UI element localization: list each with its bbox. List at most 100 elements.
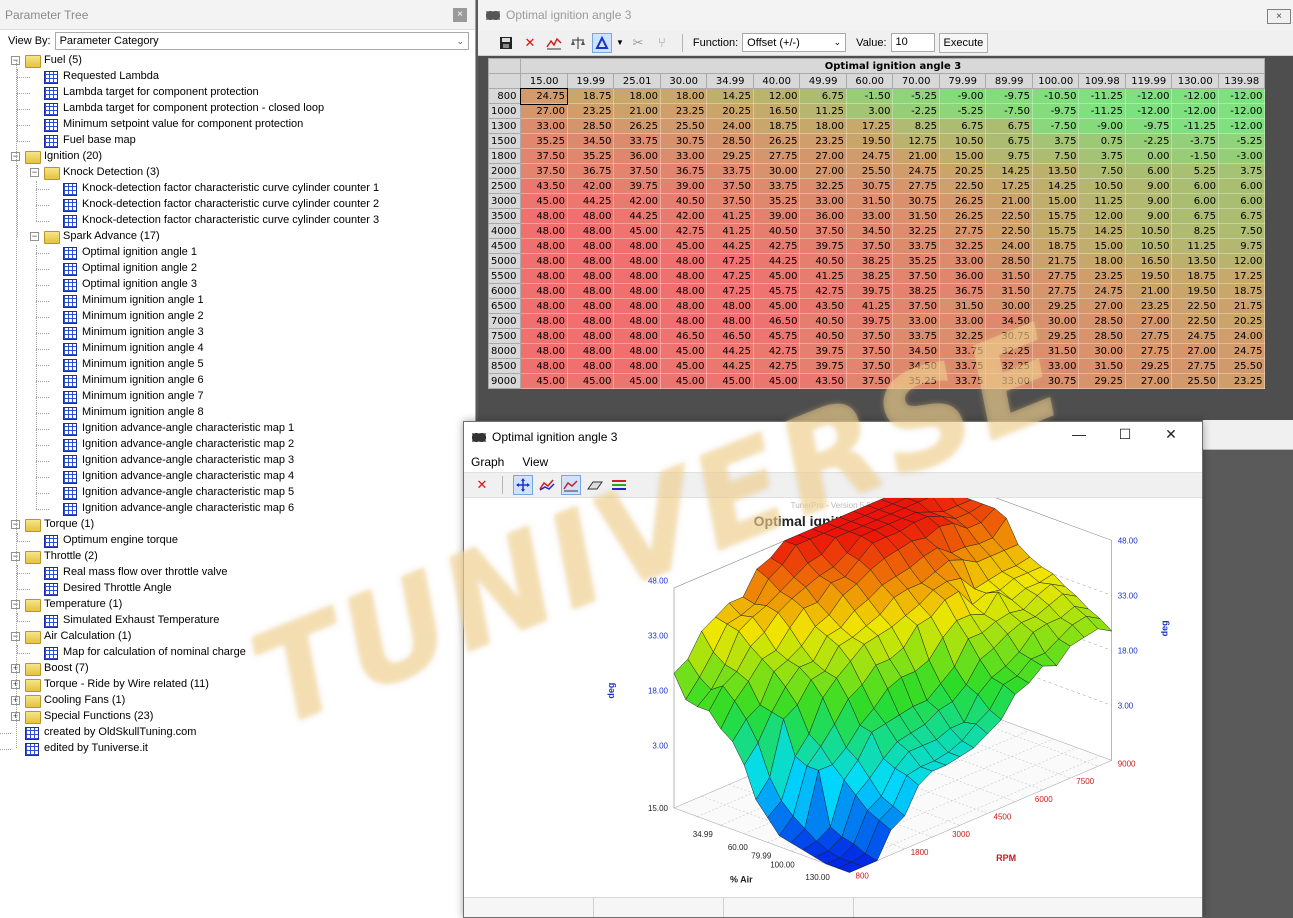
table-cell[interactable]: 8.25 <box>1171 223 1219 239</box>
table-cell[interactable]: 26.25 <box>938 208 987 224</box>
table-cell[interactable]: 48.00 <box>613 328 661 344</box>
table-cell[interactable]: 39.00 <box>752 208 801 224</box>
table-cell[interactable]: 7.50 <box>1217 223 1266 239</box>
table-cell[interactable]: -10.50 <box>1031 88 1080 104</box>
table-cell[interactable]: 44.25 <box>706 343 754 359</box>
maximize-icon[interactable]: ☐ <box>1102 426 1148 443</box>
table-cell[interactable]: 39.75 <box>845 283 894 299</box>
table-cell[interactable]: -5.25 <box>938 103 987 119</box>
table-cell[interactable]: -12.00 <box>1171 103 1219 119</box>
table-cell[interactable]: 36.75 <box>566 163 615 179</box>
table-cell[interactable]: 30.75 <box>892 193 940 209</box>
table-cell[interactable]: 22.50 <box>938 178 987 194</box>
tree-item[interactable]: Ignition advance-angle characteristic ma… <box>0 437 475 453</box>
table-cell[interactable]: 7.50 <box>1078 163 1126 179</box>
table-cell[interactable]: 9.75 <box>985 148 1033 164</box>
table-cell[interactable]: 15.00 <box>938 148 987 164</box>
tree-item[interactable]: Minimum ignition angle 1 <box>0 293 475 309</box>
tree-item[interactable]: Minimum ignition angle 8 <box>0 405 475 421</box>
table-cell[interactable]: 6.75 <box>799 88 847 104</box>
function-select[interactable]: Offset (+/-) ⌄ <box>742 33 847 52</box>
dropdown-arrow-icon[interactable]: ▼ <box>616 38 624 47</box>
table-cell[interactable]: 37.50 <box>613 163 661 179</box>
table-cell[interactable]: 48.00 <box>706 298 754 314</box>
table-cell[interactable]: 32.25 <box>985 358 1033 374</box>
table-cell[interactable]: 41.25 <box>799 268 847 284</box>
table-cell[interactable]: 33.00 <box>985 373 1033 389</box>
tree-item[interactable]: Optimal ignition angle 2 <box>0 261 475 277</box>
table-cell[interactable]: 48.00 <box>520 343 568 359</box>
tree-folder[interactable]: + Special Functions (23) <box>0 709 475 725</box>
table-window-close-button[interactable]: × <box>1267 9 1291 24</box>
table-cell[interactable]: 10.50 <box>1124 238 1173 254</box>
table-cell[interactable]: 45.00 <box>659 238 708 254</box>
table-cell[interactable]: 28.50 <box>706 133 754 149</box>
table-cell[interactable]: 30.75 <box>845 178 894 194</box>
table-cell[interactable]: 48.00 <box>520 283 568 299</box>
table-cell[interactable]: 37.50 <box>706 178 754 194</box>
table-cell[interactable]: 37.50 <box>845 238 894 254</box>
tree-item[interactable]: Minimum ignition angle 5 <box>0 357 475 373</box>
table-cell[interactable]: 42.75 <box>659 223 708 239</box>
table-cell[interactable]: 30.00 <box>985 298 1033 314</box>
table-cell[interactable]: 14.25 <box>1031 178 1080 194</box>
table-cell[interactable]: 11.25 <box>1171 238 1219 254</box>
table-cell[interactable]: 21.00 <box>613 103 661 119</box>
table-cell[interactable]: -1.50 <box>845 88 894 104</box>
table-cell[interactable]: 33.00 <box>659 148 708 164</box>
table-cell[interactable]: 48.00 <box>520 313 568 329</box>
table-cell[interactable]: 48.00 <box>659 283 708 299</box>
execute-button[interactable]: Execute <box>938 32 989 53</box>
table-cell[interactable]: 42.75 <box>752 358 801 374</box>
table-cell[interactable]: 36.75 <box>659 163 708 179</box>
table-cell[interactable]: 6.00 <box>1217 178 1266 194</box>
table-cell[interactable]: 45.00 <box>520 373 568 389</box>
tree-folder[interactable]: − Fuel (5) <box>0 53 475 69</box>
table-cell[interactable]: 40.50 <box>799 253 847 269</box>
table-cell[interactable]: 32.25 <box>938 328 987 344</box>
tree-item[interactable]: Minimum ignition angle 7 <box>0 389 475 405</box>
table-cell[interactable]: 31.50 <box>845 193 894 209</box>
table-cell[interactable]: 48.00 <box>566 238 615 254</box>
table-cell[interactable]: 48.00 <box>520 223 568 239</box>
table-cell[interactable]: 48.00 <box>659 268 708 284</box>
table-cell[interactable]: 15.00 <box>1031 193 1080 209</box>
table-cell[interactable]: 48.00 <box>659 313 708 329</box>
table-cell[interactable]: 27.00 <box>1171 343 1219 359</box>
table-cell[interactable]: 18.75 <box>1217 283 1266 299</box>
table-cell[interactable]: 48.00 <box>613 343 661 359</box>
table-cell[interactable]: 18.75 <box>1031 238 1080 254</box>
table-cell[interactable]: 48.00 <box>566 208 615 224</box>
tree-folder[interactable]: − Ignition (20) <box>0 149 475 165</box>
table-cell[interactable]: 19.50 <box>1171 283 1219 299</box>
table-cell[interactable]: -5.25 <box>892 88 940 104</box>
table-cell[interactable]: 6.00 <box>1124 163 1173 179</box>
table-cell[interactable]: 42.00 <box>613 193 661 209</box>
table-cell[interactable]: -11.25 <box>1171 118 1219 134</box>
table-cell[interactable]: 13.50 <box>1031 163 1080 179</box>
tree-item[interactable]: Ignition advance-angle characteristic ma… <box>0 501 475 517</box>
table-cell[interactable]: 45.00 <box>659 373 708 389</box>
table-cell[interactable]: 27.75 <box>938 223 987 239</box>
table-cell[interactable]: -3.75 <box>1171 133 1219 149</box>
table-cell[interactable]: 37.50 <box>845 328 894 344</box>
table-cell[interactable]: 43.50 <box>799 373 847 389</box>
table-cell[interactable]: 9.00 <box>1124 208 1173 224</box>
table-cell[interactable]: 33.75 <box>706 163 754 179</box>
tree-item[interactable]: Minimum ignition angle 6 <box>0 373 475 389</box>
table-cell[interactable]: 25.50 <box>659 118 708 134</box>
table-cell[interactable]: 21.00 <box>1124 283 1173 299</box>
table-cell[interactable]: 48.00 <box>520 238 568 254</box>
table-cell[interactable]: 48.00 <box>613 268 661 284</box>
table-cell[interactable]: 27.00 <box>1124 313 1173 329</box>
table-cell[interactable]: 46.50 <box>706 328 754 344</box>
tree-item[interactable]: Lambda target for component protection -… <box>0 101 475 117</box>
table-cell[interactable]: 36.00 <box>613 148 661 164</box>
tree-folder[interactable]: − Air Calculation (1) <box>0 629 475 645</box>
table-cell[interactable]: 46.50 <box>659 328 708 344</box>
tree-item[interactable]: Optimum engine torque <box>0 533 475 549</box>
tree-folder[interactable]: − Torque (1) <box>0 517 475 533</box>
table-cell[interactable]: 15.75 <box>1031 208 1080 224</box>
table-cell[interactable]: 42.75 <box>752 343 801 359</box>
table-cell[interactable]: 21.75 <box>1217 298 1266 314</box>
